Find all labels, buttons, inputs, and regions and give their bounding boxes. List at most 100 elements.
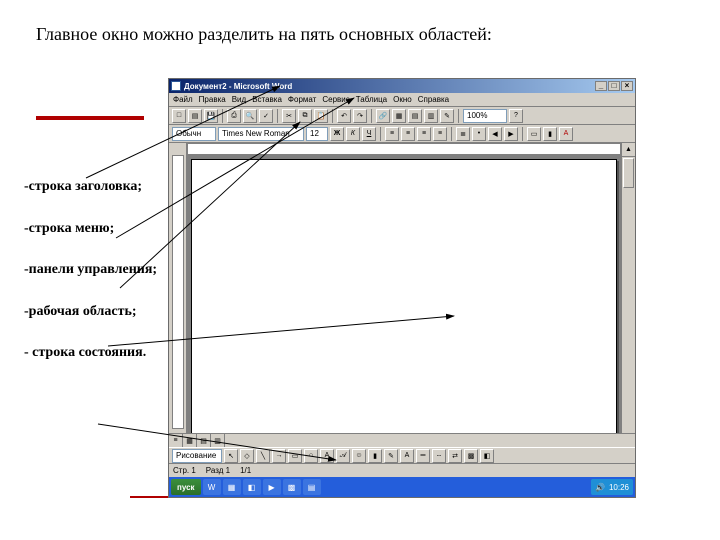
minimize-button[interactable]: _: [595, 81, 607, 91]
menu-tools[interactable]: Сервис: [322, 95, 349, 104]
menu-window[interactable]: Окно: [393, 95, 412, 104]
spell-icon[interactable]: ✓: [259, 109, 273, 123]
style-combo[interactable]: Обычн: [172, 127, 216, 141]
menu-view[interactable]: Вид: [232, 95, 246, 104]
task-item[interactable]: W: [203, 479, 221, 495]
tray-icon[interactable]: 🔊: [595, 483, 605, 492]
font-color-icon[interactable]: A: [559, 127, 573, 141]
indent-icon[interactable]: ▶: [504, 127, 518, 141]
separator: [522, 127, 523, 141]
select-icon[interactable]: ↖: [224, 449, 238, 463]
view-print-icon[interactable]: ▤: [197, 434, 211, 447]
align-center-icon[interactable]: ≡: [401, 127, 415, 141]
textbox-icon[interactable]: A: [320, 449, 334, 463]
system-tray[interactable]: 🔊 10:26: [591, 479, 633, 495]
view-normal-icon[interactable]: ≡: [169, 434, 183, 447]
separator: [277, 109, 278, 123]
menu-format[interactable]: Формат: [288, 95, 316, 104]
windows-taskbar[interactable]: пуск W ▦ ◧ ▶ ▩ ▤ 🔊 10:26: [169, 477, 635, 497]
divider-top: [36, 116, 144, 120]
menu-help[interactable]: Справка: [418, 95, 449, 104]
redo-icon[interactable]: ↷: [353, 109, 367, 123]
task-item[interactable]: ▶: [263, 479, 281, 495]
border-icon[interactable]: ▭: [527, 127, 541, 141]
arrows-icon[interactable]: ⇄: [448, 449, 462, 463]
menu-insert[interactable]: Вставка: [252, 95, 282, 104]
preview-icon[interactable]: 🔍: [243, 109, 257, 123]
close-button[interactable]: ×: [621, 81, 633, 91]
link-icon[interactable]: 🔗: [376, 109, 390, 123]
drawing-icon[interactable]: ✎: [440, 109, 454, 123]
align-left-icon[interactable]: ≡: [385, 127, 399, 141]
numbering-icon[interactable]: ≣: [456, 127, 470, 141]
scroll-up-icon[interactable]: ▲: [622, 143, 635, 157]
horizontal-scrollbar-row: ≡ ▦ ▤ ▥: [169, 433, 635, 447]
wordart-icon[interactable]: 𝒜: [336, 449, 350, 463]
shadow-icon[interactable]: ▩: [464, 449, 478, 463]
menubar[interactable]: Файл Правка Вид Вставка Формат Сервис Та…: [169, 93, 635, 107]
outdent-icon[interactable]: ◀: [488, 127, 502, 141]
separator: [380, 127, 381, 141]
menu-table[interactable]: Таблица: [356, 95, 387, 104]
table-icon[interactable]: ▦: [392, 109, 406, 123]
3d-icon[interactable]: ◧: [480, 449, 494, 463]
separator: [332, 109, 333, 123]
vertical-ruler[interactable]: [169, 143, 187, 433]
italic-icon[interactable]: К: [346, 127, 360, 141]
callout-list: -строка заголовка; -строка меню; -панели…: [24, 178, 164, 386]
size-combo[interactable]: 12: [306, 127, 328, 141]
oval-icon[interactable]: ○: [304, 449, 318, 463]
word-window: Документ2 - Microsoft Word _ □ × Файл Пр…: [168, 78, 636, 498]
arrow-icon[interactable]: →: [272, 449, 286, 463]
workspace[interactable]: ▲: [169, 143, 635, 433]
callout-statusbar: - строка состояния.: [24, 344, 164, 362]
status-page: Стр. 1: [173, 466, 196, 475]
columns-icon[interactable]: ▥: [424, 109, 438, 123]
paste-icon[interactable]: 📋: [314, 109, 328, 123]
line-color-icon[interactable]: ✎: [384, 449, 398, 463]
open-icon[interactable]: ▤: [188, 109, 202, 123]
help-icon[interactable]: ?: [509, 109, 523, 123]
font-color2-icon[interactable]: A: [400, 449, 414, 463]
maximize-button[interactable]: □: [608, 81, 620, 91]
fill-icon[interactable]: ▮: [368, 449, 382, 463]
copy-icon[interactable]: ⧉: [298, 109, 312, 123]
rect-icon[interactable]: ▭: [288, 449, 302, 463]
excel-icon[interactable]: ▤: [408, 109, 422, 123]
menu-file[interactable]: Файл: [173, 95, 193, 104]
draw-menu[interactable]: Рисование: [172, 449, 222, 463]
dash-icon[interactable]: ┄: [432, 449, 446, 463]
bold-icon[interactable]: Ж: [330, 127, 344, 141]
task-item[interactable]: ▩: [283, 479, 301, 495]
task-item[interactable]: ▦: [223, 479, 241, 495]
horizontal-scrollbar[interactable]: [225, 434, 635, 447]
bullets-icon[interactable]: •: [472, 127, 486, 141]
align-justify-icon[interactable]: ≡: [433, 127, 447, 141]
line-style-icon[interactable]: ═: [416, 449, 430, 463]
document-page[interactable]: [191, 159, 617, 433]
vertical-scrollbar[interactable]: ▲: [621, 143, 635, 433]
font-combo[interactable]: Times New Roman: [218, 127, 304, 141]
underline-icon[interactable]: Ч: [362, 127, 376, 141]
start-button[interactable]: пуск: [171, 479, 201, 495]
new-icon[interactable]: □: [172, 109, 186, 123]
view-outline-icon[interactable]: ▥: [211, 434, 225, 447]
print-icon[interactable]: ⎙: [227, 109, 241, 123]
task-item[interactable]: ▤: [303, 479, 321, 495]
menu-edit[interactable]: Правка: [199, 95, 226, 104]
horizontal-ruler[interactable]: [187, 143, 621, 155]
titlebar[interactable]: Документ2 - Microsoft Word _ □ ×: [169, 79, 635, 93]
clock: 10:26: [609, 483, 629, 492]
align-right-icon[interactable]: ≡: [417, 127, 431, 141]
undo-icon[interactable]: ↶: [337, 109, 351, 123]
highlight-icon[interactable]: ▮: [543, 127, 557, 141]
autoshapes-icon[interactable]: ◇: [240, 449, 254, 463]
scroll-thumb[interactable]: [623, 158, 634, 188]
line-icon[interactable]: ╲: [256, 449, 270, 463]
clipart-icon[interactable]: ☺: [352, 449, 366, 463]
zoom-combo[interactable]: 100%: [463, 109, 507, 123]
save-icon[interactable]: 💾: [204, 109, 218, 123]
cut-icon[interactable]: ✂: [282, 109, 296, 123]
view-web-icon[interactable]: ▦: [183, 434, 197, 447]
task-item[interactable]: ◧: [243, 479, 261, 495]
